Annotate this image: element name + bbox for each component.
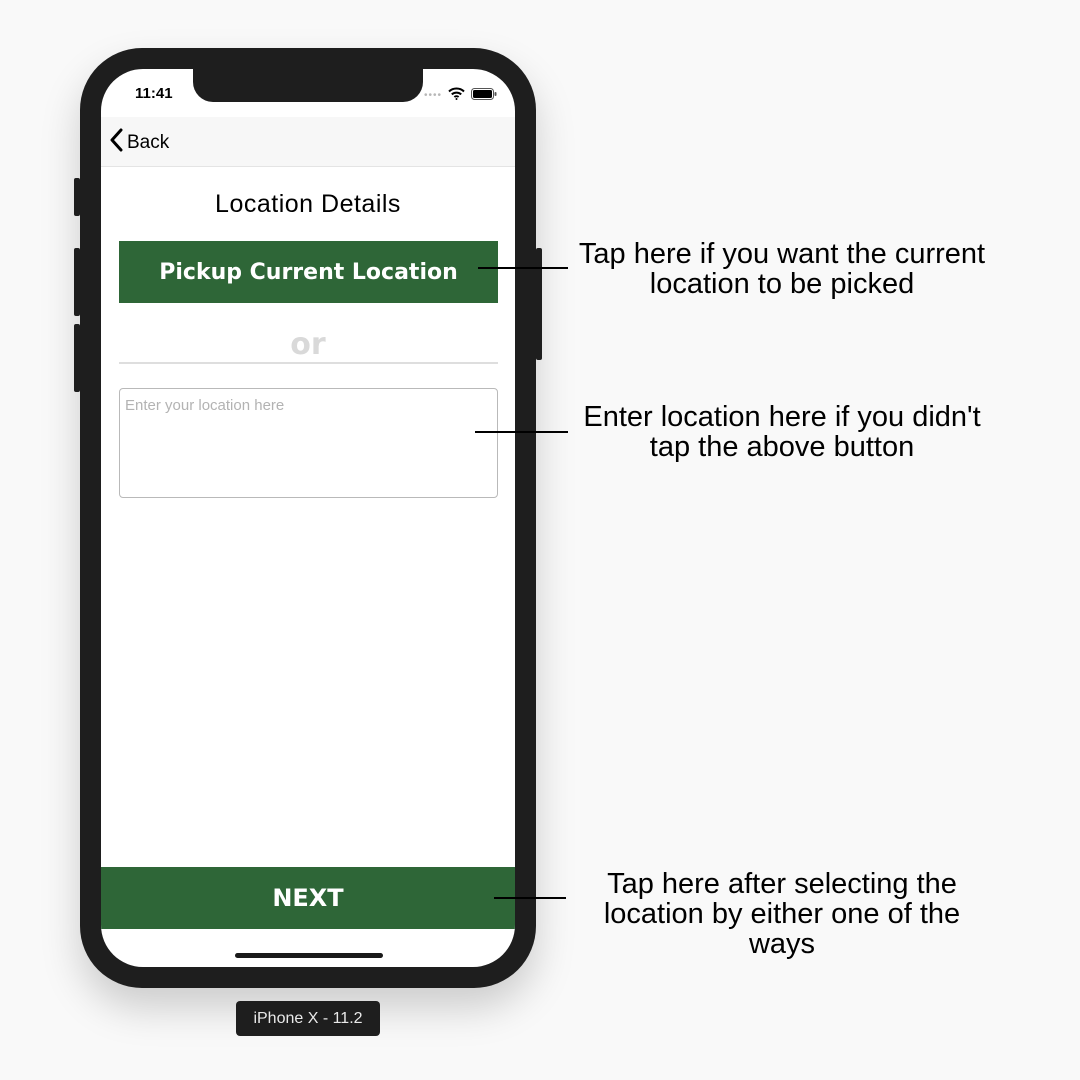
pickup-annotation-leader [478, 267, 568, 269]
input-annotation-leader [475, 431, 568, 433]
power-button [536, 248, 542, 360]
pickup-annotation: Tap here if you want the current locatio… [562, 239, 1002, 299]
status-time: 11:41 [135, 85, 173, 102]
battery-icon [471, 87, 497, 105]
next-annotation-line-1: Tap here after selecting the [607, 868, 957, 900]
next-annotation-leader [494, 897, 566, 899]
back-label: Back [127, 131, 170, 153]
signal-dots: •••• [423, 90, 442, 101]
pickup-annotation-line-2: location to be picked [649, 268, 915, 300]
next-annotation-line-2: location by either one of the [603, 898, 961, 930]
pickup-annotation-line-1: Tap here if you want the current [578, 238, 986, 270]
status-icons: •••• [424, 87, 497, 105]
notch [193, 69, 423, 102]
location-input[interactable] [119, 388, 498, 498]
next-annotation: Tap here after selecting the location by… [562, 869, 1002, 959]
next-annotation-line-3: ways [748, 928, 816, 960]
volume-down-button [74, 324, 80, 392]
input-annotation-line-2: tap the above button [649, 431, 915, 463]
navigation-bar: Back [101, 117, 515, 167]
home-indicator[interactable] [235, 953, 383, 958]
device-label: iPhone X - 11.2 [236, 1001, 380, 1036]
chevron-left-icon [109, 128, 123, 157]
page-title: Location Details [215, 190, 401, 218]
wifi-icon [448, 87, 465, 105]
pickup-current-location-button[interactable]: Pickup Current Location [119, 241, 498, 303]
separator-line [119, 362, 498, 364]
back-button[interactable]: Back [109, 128, 169, 157]
mute-switch [74, 178, 80, 216]
phone-frame: 11:41 •••• Back Location Details Pickup … [74, 48, 542, 988]
volume-up-button [74, 248, 80, 316]
input-annotation-line-1: Enter location here if you didn't [583, 401, 981, 433]
phone-screen: 11:41 •••• Back Location Details Pickup … [101, 69, 515, 967]
or-separator-text: or [290, 327, 326, 362]
next-button[interactable]: NEXT [101, 867, 515, 929]
input-annotation: Enter location here if you didn't tap th… [562, 402, 1002, 462]
